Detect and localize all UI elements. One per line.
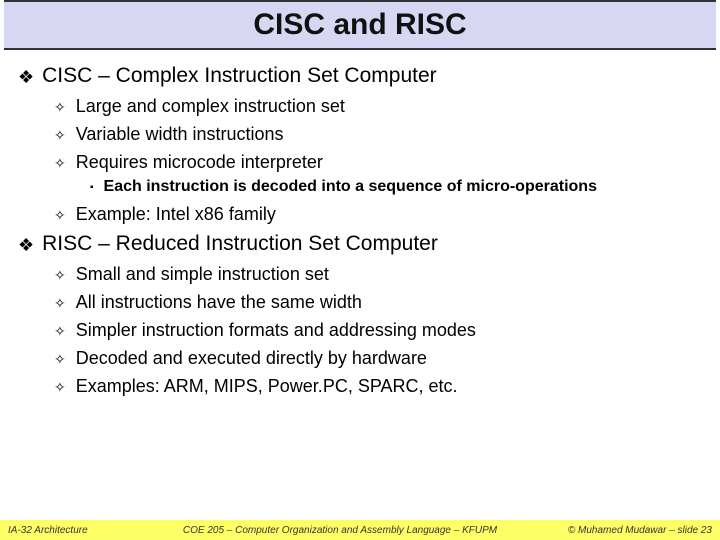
bullet-icon: ❖ [18, 64, 34, 90]
footer-left: IA-32 Architecture [8, 525, 138, 536]
bullet-lvl2: ✧ Large and complex instruction set [54, 96, 702, 118]
bullet-icon: ✧ [54, 124, 66, 146]
bullet-text: All instructions have the same width [76, 292, 362, 313]
bullet-text: Decoded and executed directly by hardwar… [76, 348, 427, 369]
bullet-lvl2: ✧ Simpler instruction formats and address… [54, 320, 702, 342]
bullet-lvl2: ✧ Small and simple instruction set [54, 264, 702, 286]
bullet-lvl1: ❖ RISC – Reduced Instruction Set Computer [18, 232, 702, 258]
bullet-text: RISC – Reduced Instruction Set Computer [42, 232, 438, 256]
bullet-icon: ✧ [54, 264, 66, 286]
bullet-text: Small and simple instruction set [76, 264, 329, 285]
bullet-text: Example: Intel x86 family [76, 204, 276, 225]
footer-center: COE 205 – Computer Organization and Asse… [138, 525, 542, 536]
bullet-text: Simpler instruction formats and addressi… [76, 320, 476, 341]
bullet-lvl1: ❖ CISC – Complex Instruction Set Computer [18, 64, 702, 90]
slide-content: ❖ CISC – Complex Instruction Set Computer… [0, 50, 720, 540]
bullet-text: Variable width instructions [76, 124, 284, 145]
bullet-icon: ✧ [54, 292, 66, 314]
bullet-lvl2: ✧ All instructions have the same width [54, 292, 702, 314]
bullet-icon: ▪ [90, 178, 94, 198]
slide: CISC and RISC ❖ CISC – Complex Instructio… [0, 0, 720, 540]
footer-bar: IA-32 Architecture COE 205 – Computer Or… [0, 520, 720, 540]
bullet-icon: ❖ [18, 232, 34, 258]
bullet-icon: ✧ [54, 348, 66, 370]
bullet-lvl2: ✧ Requires microcode interpreter [54, 152, 702, 174]
bullet-icon: ✧ [54, 204, 66, 226]
bullet-icon: ✧ [54, 320, 66, 342]
slide-title: CISC and RISC [4, 8, 716, 42]
title-band: CISC and RISC [4, 0, 716, 50]
bullet-lvl2: ✧ Decoded and executed directly by hardwa… [54, 348, 702, 370]
bullet-text: Requires microcode interpreter [76, 152, 323, 173]
bullet-lvl3: ▪ Each instruction is decoded into a sequ… [90, 178, 702, 198]
bullet-text: Large and complex instruction set [76, 96, 345, 117]
bullet-text: Each instruction is decoded into a seque… [104, 178, 597, 196]
bullet-text: CISC – Complex Instruction Set Computer [42, 64, 437, 88]
bullet-text: Examples: ARM, MIPS, Power.PC, SPARC, et… [76, 376, 458, 397]
footer-right: © Muhamed Mudawar – slide 23 [542, 525, 712, 536]
bullet-lvl2: ✧ Examples: ARM, MIPS, Power.PC, SPARC, e… [54, 376, 702, 398]
bullet-icon: ✧ [54, 96, 66, 118]
bullet-icon: ✧ [54, 152, 66, 174]
bullet-lvl2: ✧ Variable width instructions [54, 124, 702, 146]
bullet-icon: ✧ [54, 376, 66, 398]
bullet-lvl2: ✧ Example: Intel x86 family [54, 204, 702, 226]
